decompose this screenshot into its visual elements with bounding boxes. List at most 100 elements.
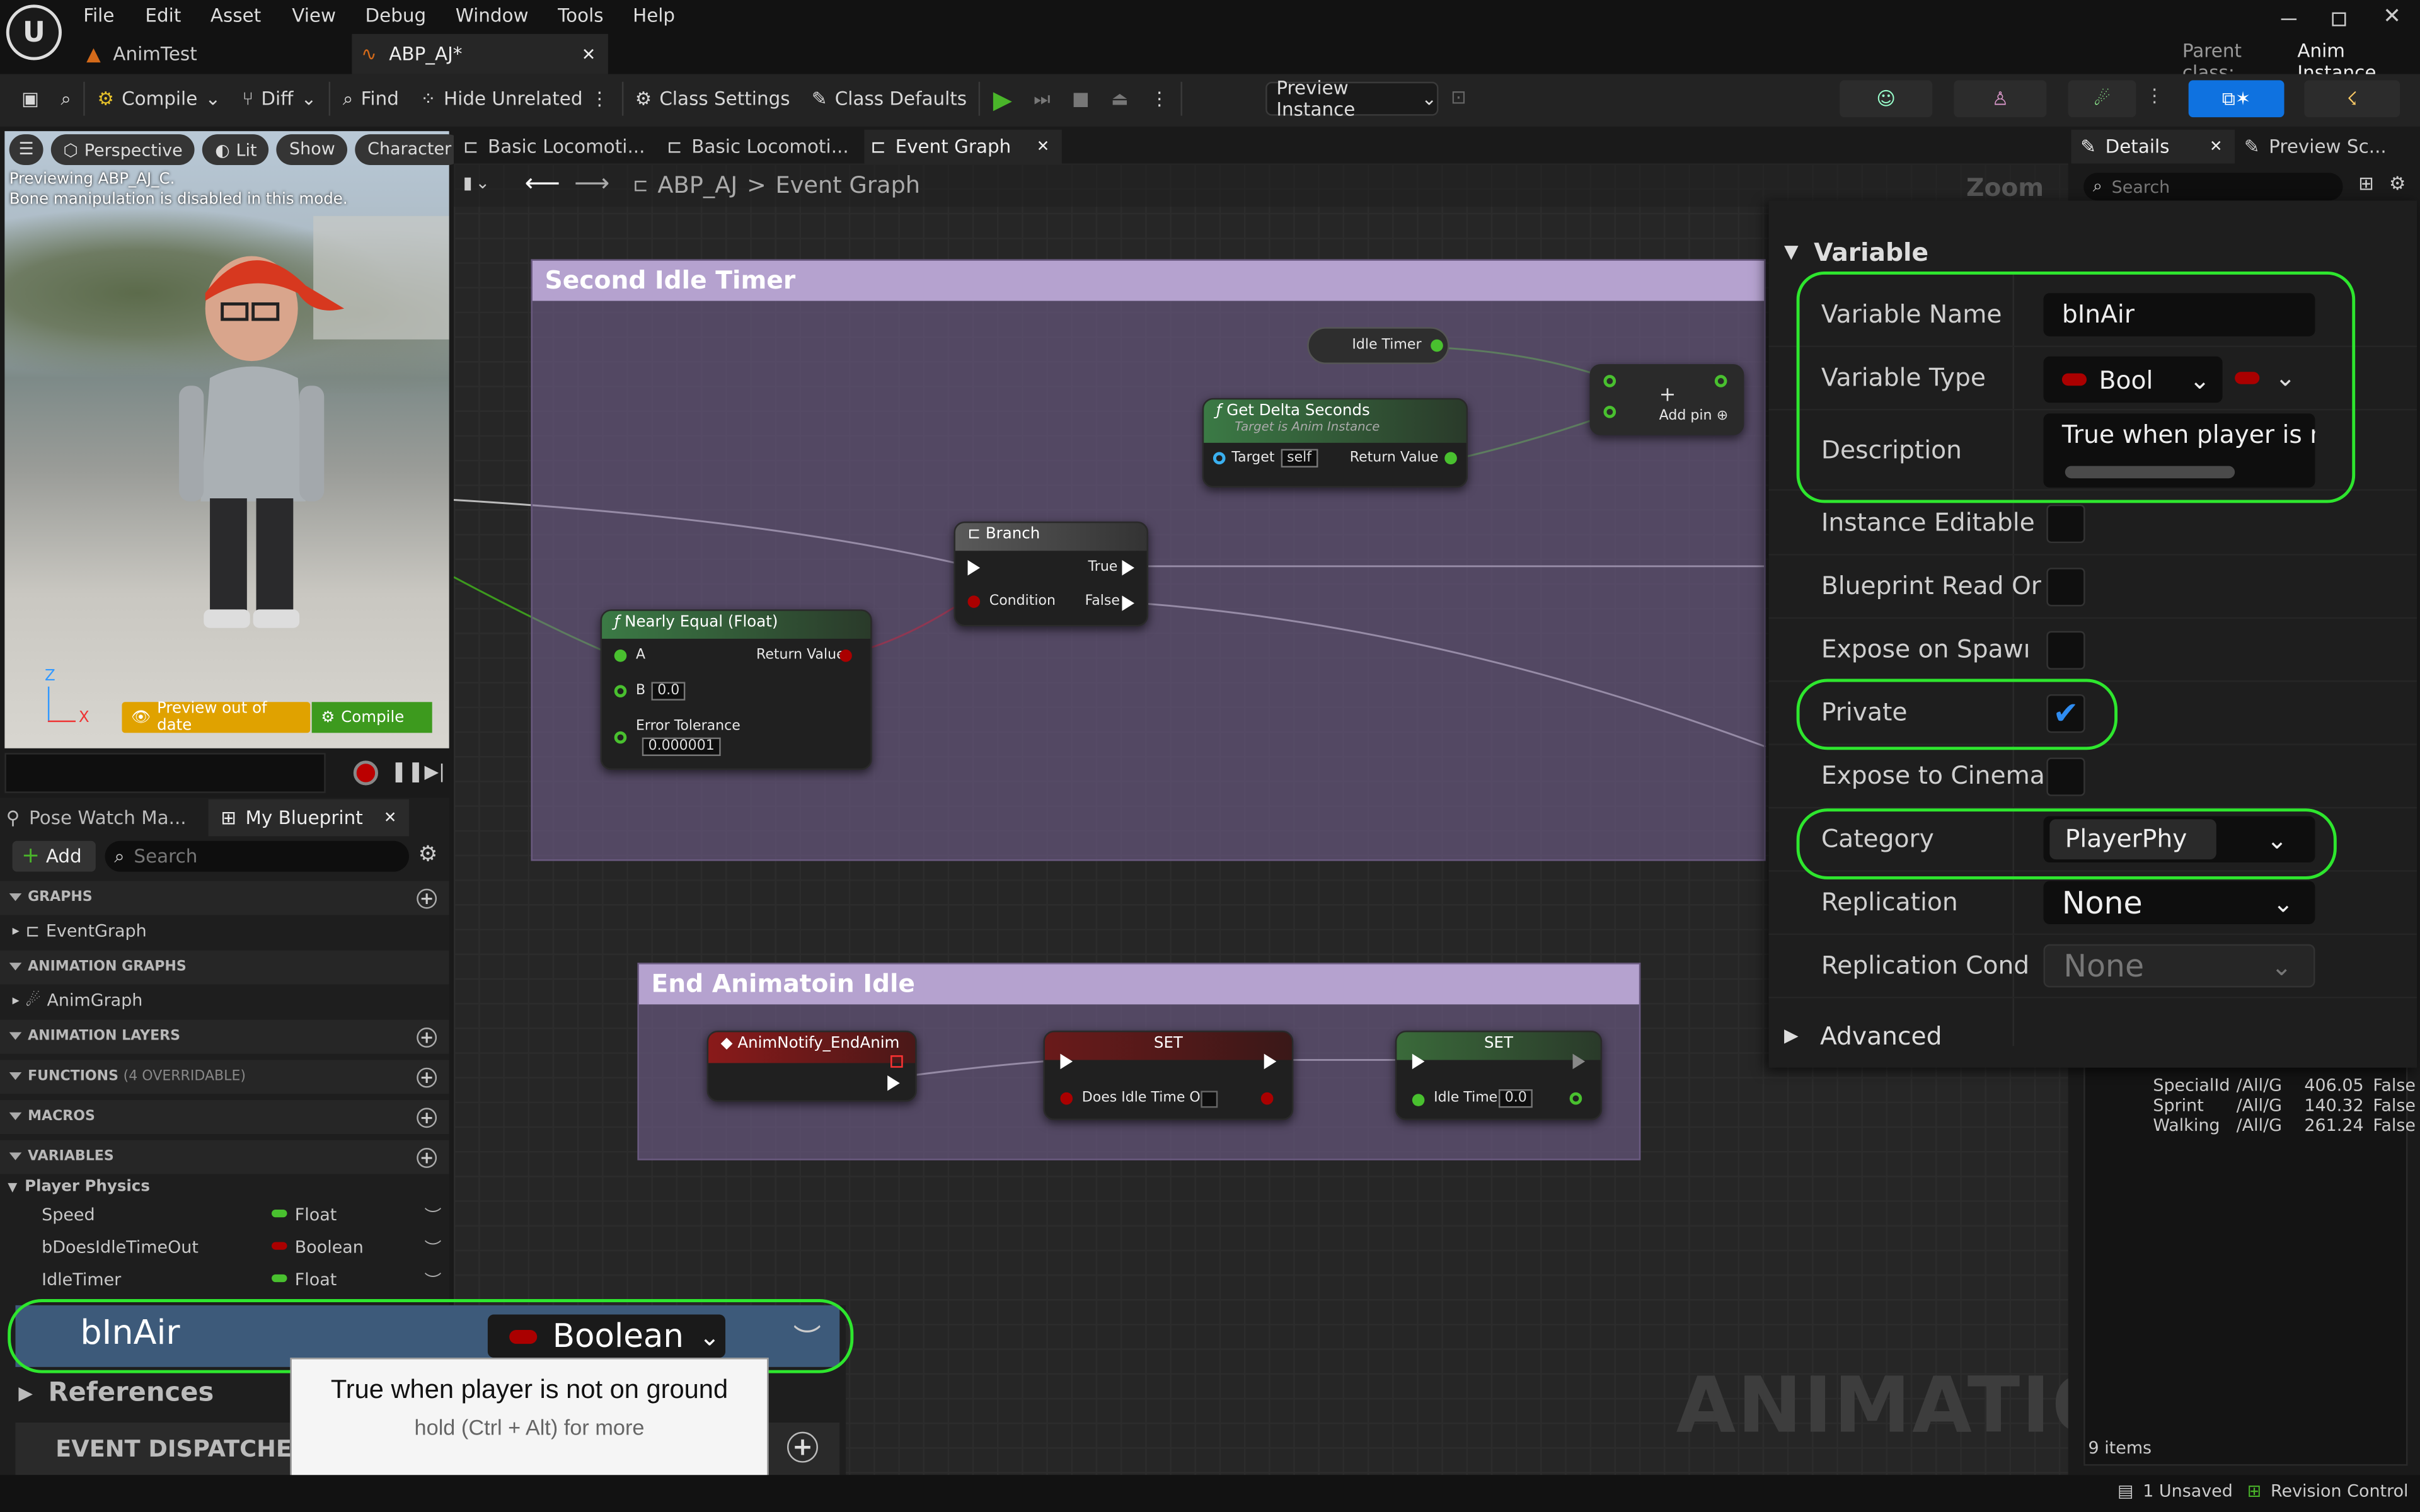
node-set-idle-timer[interactable]: SET Idle Timer 0.0	[1395, 1030, 1603, 1120]
add-function-icon[interactable]: +	[417, 1067, 437, 1087]
node-branch[interactable]: ⊏ Branch True Condition False	[954, 521, 1149, 627]
output-pin[interactable]	[1444, 452, 1457, 465]
add-pin-button[interactable]: Add pin ⊕	[1659, 409, 1729, 424]
exec-out-pin[interactable]	[1572, 1053, 1586, 1070]
blueprint-read-only-checkbox[interactable]	[2046, 568, 2085, 607]
add-macro-icon[interactable]: +	[417, 1107, 437, 1127]
list-item[interactable]: SpecialId/All/G 406.05 False	[2153, 1075, 2416, 1096]
exec-in-pin[interactable]	[1412, 1053, 1425, 1070]
node-idle-timer-getter[interactable]: Idle Timer	[1307, 327, 1449, 364]
menu-edit[interactable]: Edit	[145, 4, 181, 26]
perspective-button[interactable]: ⬡ Perspective	[50, 134, 195, 166]
add-button[interactable]: + Add	[12, 840, 96, 872]
table-view-icon[interactable]: ⊞	[2358, 173, 2374, 194]
menu-view[interactable]: View	[292, 4, 336, 26]
gear-icon[interactable]: ⚙	[2389, 173, 2406, 194]
unreal-logo[interactable]: U	[6, 4, 62, 60]
viewport-menu-button[interactable]: ☰	[9, 134, 43, 166]
exec-in-pin[interactable]	[967, 559, 981, 576]
section-macros[interactable]: MACROS +	[0, 1100, 449, 1135]
close-icon[interactable]: ✕	[582, 44, 596, 64]
replication-dropdown[interactable]: None ⌄	[2043, 881, 2315, 924]
blueprint-mode-button[interactable]: ⧉✶	[2188, 80, 2285, 118]
save-button[interactable]: ▣	[13, 79, 49, 119]
close-icon[interactable]: ✕	[1037, 138, 1050, 155]
return-pin[interactable]	[839, 650, 852, 662]
output-pin[interactable]	[1260, 1092, 1274, 1105]
b-value[interactable]: 0.0	[651, 682, 686, 701]
node-set-does-idle[interactable]: SET Does Idle Time Out	[1043, 1030, 1294, 1120]
tab-preview-scene[interactable]: ✎ Preview Sc...	[2244, 131, 2387, 162]
tab-pose-watch[interactable]: ⚲ Pose Watch Ma...	[6, 801, 187, 835]
timeline[interactable]	[4, 753, 326, 793]
section-animation-layers[interactable]: ANIMATION LAYERS +	[0, 1019, 449, 1054]
unsaved-indicator[interactable]: ▤ 1 Unsaved	[2118, 1481, 2233, 1501]
graph-tab-event-graph[interactable]: ⊏ Event Graph ✕	[864, 129, 1062, 164]
menu-debug[interactable]: Debug	[366, 4, 427, 26]
menu-file[interactable]: File	[83, 4, 114, 26]
variable-row[interactable]: IdleTimer Float ︶	[0, 1264, 449, 1296]
section-animation-graphs[interactable]: ANIMATION GRAPHS	[0, 950, 449, 985]
section-advanced[interactable]: ▶ Advanced	[1769, 1012, 1942, 1058]
show-button[interactable]: Show	[277, 134, 348, 166]
tolerance-pin[interactable]	[614, 731, 627, 744]
expose-cinematics-checkbox[interactable]	[2046, 757, 2085, 796]
variable-row[interactable]: bDoesIdleTimeOut Boolean ︶	[0, 1231, 449, 1263]
expose-on-spawn-checkbox[interactable]	[2046, 631, 2085, 670]
menu-asset[interactable]: Asset	[210, 4, 261, 26]
close-icon[interactable]: ✕	[384, 810, 397, 827]
physics-mode-button[interactable]: ☇	[2304, 80, 2400, 118]
input-pin-a[interactable]	[614, 650, 627, 662]
output-pin[interactable]	[1431, 339, 1443, 352]
target-pin[interactable]	[1213, 452, 1226, 465]
node-anim-notify[interactable]: ◆ AnimNotify_EndAnim	[706, 1030, 917, 1102]
idle-timer-value[interactable]: 0.0	[1498, 1089, 1533, 1108]
delegate-pin[interactable]	[890, 1055, 903, 1068]
close-icon[interactable]: ✕	[2210, 138, 2223, 155]
close-window-button[interactable]: ✕	[2383, 4, 2401, 29]
replication-condition-dropdown[interactable]: None ⌄	[2043, 944, 2315, 988]
character-button[interactable]: Character	[355, 134, 464, 166]
graph-item-animgraph[interactable]: ▸ ☄ AnimGraph	[0, 984, 449, 1016]
input-pin-b[interactable]	[1603, 406, 1616, 418]
variable-row[interactable]: Speed Float ︶	[0, 1199, 449, 1231]
menu-help[interactable]: Help	[633, 4, 675, 26]
add-layer-icon[interactable]: +	[417, 1026, 437, 1047]
input-pin-b[interactable]	[614, 685, 627, 697]
exec-in-pin[interactable]	[1060, 1053, 1073, 1070]
add-dispatcher-icon[interactable]: +	[786, 1431, 818, 1463]
section-variable[interactable]: ▼ Variable	[1769, 228, 1928, 274]
more-options-button[interactable]: ⋮	[1141, 79, 1178, 119]
add-variable-icon[interactable]: +	[417, 1147, 437, 1167]
animation-mode-button[interactable]: ☄	[2068, 80, 2136, 118]
condition-pin[interactable]	[967, 595, 981, 608]
menu-tools[interactable]: Tools	[558, 4, 603, 26]
node-add[interactable]: + Add pin ⊕	[1589, 364, 1744, 435]
graph-tab-basic-locomotion-1[interactable]: ⊏ Basic Locomoti...	[457, 131, 654, 162]
bool-checkbox[interactable]	[1201, 1091, 1218, 1108]
more-icon[interactable]: ⋮	[2145, 85, 2164, 106]
gear-icon[interactable]: ⚙	[418, 842, 438, 867]
restore-button[interactable]	[2332, 12, 2346, 26]
next-frame-button[interactable]: ▶|	[424, 760, 445, 782]
find-button[interactable]: ⌕ Find	[333, 79, 408, 119]
pause-button[interactable]: ❚❚	[391, 760, 424, 784]
section-functions[interactable]: FUNCTIONS (4 OVERRIDABLE) +	[0, 1060, 449, 1094]
diff-button[interactable]: ⑂ Diff ⌄	[233, 79, 326, 119]
minimize-button[interactable]	[2281, 18, 2297, 20]
visibility-icon[interactable]: ︶	[424, 1235, 441, 1259]
skeleton-mode-button[interactable]: ☺	[1840, 80, 1933, 118]
compile-button[interactable]: ⚙ Compile ⌄	[88, 79, 230, 119]
debug-filter-icon[interactable]: ⊡	[1451, 86, 1466, 108]
graph-item-eventgraph[interactable]: ▸ ⊏ EventGraph	[0, 915, 449, 947]
play-button[interactable]: ▶	[984, 79, 1022, 119]
step-button[interactable]: ⏭	[1024, 79, 1059, 119]
output-pin[interactable]	[1714, 375, 1727, 387]
mybp-search-input[interactable]: ⌕ Search	[105, 840, 409, 872]
mesh-mode-button[interactable]: ♙	[1954, 80, 2047, 118]
doc-tab-animtest[interactable]: ▲ AnimTest	[86, 37, 197, 71]
variable-category[interactable]: ▼ Player Physics	[0, 1174, 449, 1199]
exec-out-pin[interactable]	[887, 1075, 900, 1091]
value-pin[interactable]	[1060, 1092, 1073, 1105]
lit-button[interactable]: ◐ Lit	[202, 134, 270, 166]
